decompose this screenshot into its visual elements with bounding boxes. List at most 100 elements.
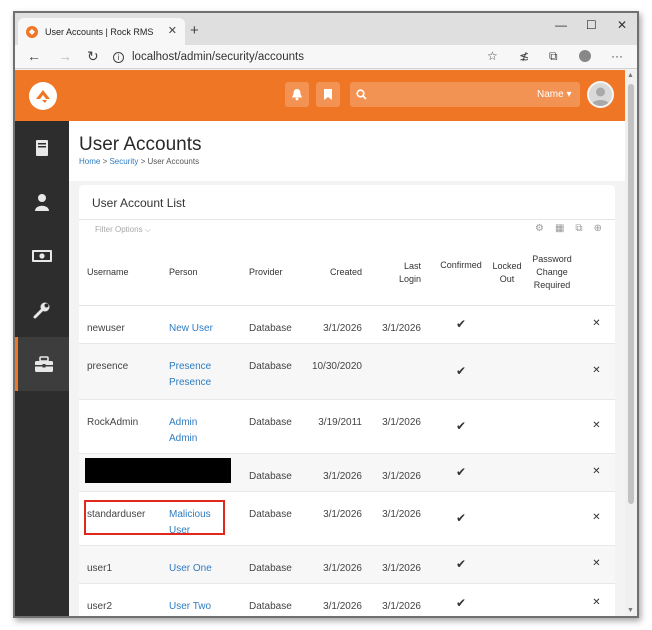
refresh-icon[interactable]: ↻: [87, 48, 99, 65]
browser-tab[interactable]: ◆ User Accounts | Rock RMS ✕: [18, 18, 185, 45]
column-header-person[interactable]: Person: [160, 241, 240, 306]
cell-provider: Database: [240, 545, 304, 584]
collections-icon[interactable]: ⧉: [549, 49, 558, 64]
export-excel-icon[interactable]: ▦: [555, 223, 564, 234]
cell-delete[interactable]: ✕: [578, 491, 615, 546]
favorites-icon[interactable]: ≴: [519, 49, 529, 63]
profile-icon[interactable]: [579, 50, 591, 62]
cell-person[interactable]: New User: [160, 305, 240, 344]
cell-last-login: 3/1/2026: [370, 583, 434, 616]
delete-icon[interactable]: ✕: [592, 597, 600, 608]
last-login-date: 3/1/2026: [382, 322, 421, 334]
delete-icon[interactable]: ✕: [592, 318, 600, 329]
redacted-block: [85, 458, 231, 483]
maximize-button[interactable]: ☐: [586, 18, 597, 32]
rock-logo-icon[interactable]: [29, 82, 57, 110]
search-icon: [356, 89, 367, 100]
new-tab-button[interactable]: +: [190, 22, 199, 39]
cell-password-change: [526, 305, 578, 344]
vertical-scrollbar[interactable]: ▲ ▼: [625, 70, 637, 616]
person-link[interactable]: User Two: [169, 601, 211, 612]
settings-gear-icon[interactable]: ⚙: [535, 223, 544, 234]
delete-icon[interactable]: ✕: [592, 365, 600, 376]
avatar[interactable]: [587, 81, 614, 108]
cell-delete[interactable]: ✕: [578, 343, 615, 400]
url-field[interactable]: i localhost/admin/security/accounts: [113, 48, 513, 66]
cell-person[interactable]: Admin Admin: [160, 399, 240, 454]
column-header-username[interactable]: Username: [79, 241, 160, 306]
breadcrumb-security[interactable]: Security: [109, 157, 138, 166]
delete-icon[interactable]: ✕: [592, 558, 600, 569]
tab-title: User Accounts | Rock RMS: [45, 26, 154, 37]
person-link[interactable]: Admin: [169, 433, 197, 444]
user-account-list-panel: User Account List Filter Options ⌵ ⚙ ▦ ⧉ ⊕ …: [79, 185, 615, 616]
forward-arrow-icon[interactable]: →: [58, 48, 72, 64]
add-icon[interactable]: ⊕: [594, 223, 602, 234]
column-header-locked-out[interactable]: Locked Out: [488, 241, 526, 306]
sidebar-item-tools[interactable]: [15, 283, 69, 337]
table-row[interactable]: user1 User One Database 3/1/2026 3/1/2026 ✔ ✕: [79, 545, 615, 584]
table-row[interactable]: RockAdmin Admin Admin Database 3/19/2011 3/1/…: [79, 399, 615, 454]
cell-delete[interactable]: ✕: [578, 453, 615, 492]
back-arrow-icon[interactable]: ←: [27, 48, 41, 64]
bell-icon[interactable]: [285, 82, 309, 107]
scroll-down-icon[interactable]: ▼: [627, 607, 634, 614]
merge-template-icon[interactable]: ⧉: [575, 223, 582, 234]
tab-close-icon[interactable]: ✕: [168, 24, 177, 37]
more-options-icon[interactable]: ···: [611, 49, 623, 63]
cell-person[interactable]: User Two: [160, 583, 240, 616]
cell-password-change: [526, 343, 578, 400]
sidebar-item-people[interactable]: [15, 175, 69, 229]
user-name-menu[interactable]: Name ▾: [537, 89, 571, 100]
cell-delete[interactable]: ✕: [578, 545, 615, 584]
cell-delete[interactable]: ✕: [578, 305, 615, 344]
money-icon: [32, 250, 52, 262]
cell-last-login: 3/1/2026: [370, 453, 434, 492]
person-link[interactable]: User One: [169, 563, 212, 574]
column-header-provider[interactable]: Provider: [240, 241, 304, 306]
cell-created: 10/30/2020: [304, 343, 370, 400]
rock-favicon-icon: ◆: [26, 25, 38, 38]
person-link[interactable]: New User: [169, 323, 213, 334]
panel-title: User Account List: [92, 196, 186, 210]
column-header-created[interactable]: Created: [304, 241, 370, 306]
sidebar-item-book[interactable]: [15, 121, 69, 175]
delete-icon[interactable]: ✕: [592, 420, 600, 431]
site-info-icon[interactable]: i: [113, 51, 124, 63]
person-link[interactable]: Admin: [169, 417, 197, 428]
username-text: presence: [87, 360, 129, 372]
star-icon[interactable]: ☆: [487, 49, 498, 63]
minimize-button[interactable]: —: [555, 18, 567, 32]
header-line: Login: [398, 273, 421, 284]
person-link[interactable]: Presence: [169, 377, 211, 388]
sidebar-item-finance[interactable]: [15, 229, 69, 283]
sidebar: [15, 121, 69, 616]
breadcrumb-home[interactable]: Home: [79, 157, 100, 166]
column-header-confirmed[interactable]: Confirmed: [434, 241, 488, 306]
cell-delete[interactable]: ✕: [578, 399, 615, 454]
table-row[interactable]: user2 User Two Database 3/1/2026 3/1/2026 ✔ ✕: [79, 583, 615, 616]
cell-password-change: [526, 453, 578, 492]
scroll-up-icon[interactable]: ▲: [627, 72, 634, 79]
delete-icon[interactable]: ✕: [592, 466, 600, 477]
column-header-password-change[interactable]: Password Change Required: [526, 241, 578, 306]
table-row[interactable]: presence Presence Presence Database 10/30/20…: [79, 343, 615, 400]
delete-icon[interactable]: ✕: [592, 512, 600, 523]
tab-strip: ◆ User Accounts | Rock RMS ✕ + — ☐ ✕: [15, 13, 637, 45]
scrollbar-thumb[interactable]: [628, 84, 634, 504]
cell-person[interactable]: Presence Presence: [160, 343, 240, 400]
url-text[interactable]: localhost/admin/security/accounts: [132, 51, 304, 63]
briefcase-icon: [34, 355, 53, 372]
sidebar-item-admin[interactable]: [15, 337, 69, 391]
person-link[interactable]: Presence: [169, 361, 211, 372]
header-line: Out: [499, 273, 515, 284]
username-text: RockAdmin: [87, 416, 139, 428]
table-row[interactable]: newuser New User Database 3/1/2026 3/1/2026 ✔…: [79, 305, 615, 344]
close-window-button[interactable]: ✕: [617, 18, 627, 32]
bookmark-icon[interactable]: [316, 82, 340, 107]
column-header-last-login[interactable]: Last Login: [370, 241, 434, 306]
cell-person[interactable]: User One: [160, 545, 240, 584]
filter-options-toggle[interactable]: Filter Options ⌵: [95, 225, 151, 235]
cell-created: 3/1/2026: [304, 305, 370, 344]
cell-delete[interactable]: ✕: [578, 583, 615, 616]
